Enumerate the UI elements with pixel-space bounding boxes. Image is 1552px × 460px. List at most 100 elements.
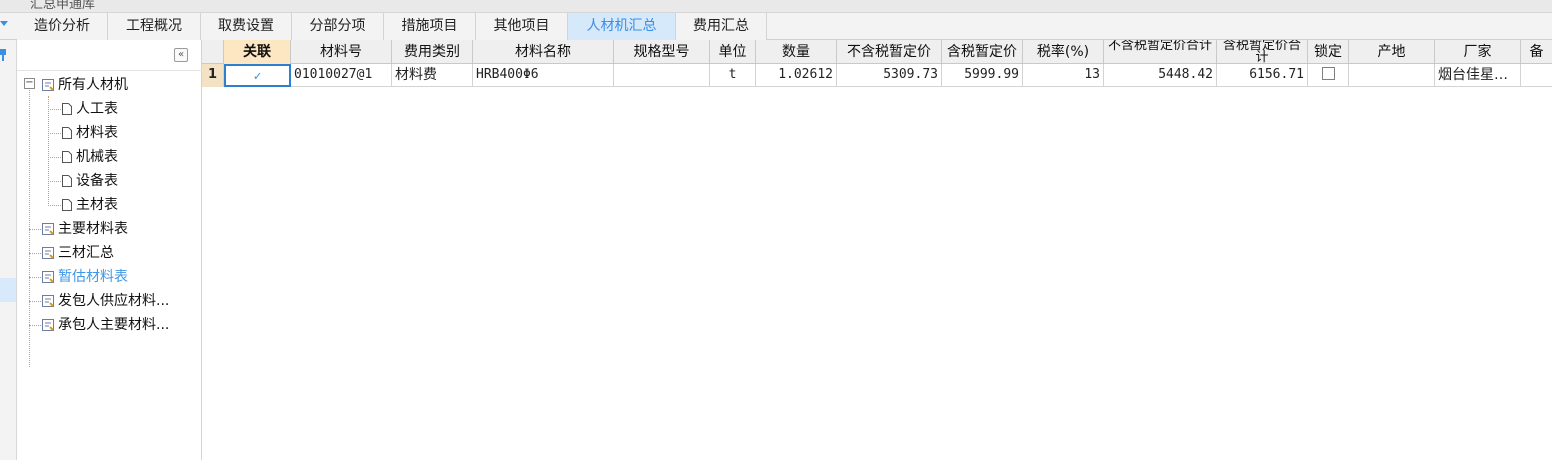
- tree-branch: [48, 109, 61, 110]
- cell-material-name[interactable]: HRB400Φ6: [473, 64, 614, 87]
- col-header-material-code[interactable]: 材料号: [291, 40, 392, 64]
- file-icon: [62, 175, 72, 187]
- tab-other-items[interactable]: 其他项目: [476, 13, 568, 40]
- col-header-origin[interactable]: 产地: [1349, 40, 1435, 64]
- col-header-price-excl-tax[interactable]: 不含税暂定价: [837, 40, 942, 64]
- tree-item-label: 发包人供应材料...: [58, 293, 170, 309]
- col-header-unit[interactable]: 单位: [710, 40, 756, 64]
- tree-item-label: 暂估材料表: [58, 269, 128, 285]
- tab-dropdown-icon[interactable]: [0, 21, 8, 26]
- table-icon: [42, 319, 54, 331]
- col-header-cost-category[interactable]: 费用类别: [392, 40, 473, 64]
- tree-branch: [48, 133, 61, 134]
- tree-branch: [48, 181, 61, 182]
- cell-total-excl-tax[interactable]: 5448.42: [1104, 64, 1217, 87]
- cell-quantity[interactable]: 1.02612: [756, 64, 837, 87]
- main-tab-bar: 造价分析 工程概况 取费设置 分部分项 措施项目 其他项目 人材机汇总 费用汇总: [0, 13, 1552, 40]
- tab-cost-analysis[interactable]: 造价分析: [17, 13, 108, 40]
- cell-price-excl-tax[interactable]: 5309.73: [837, 64, 942, 87]
- strip-selection-indicator: [0, 278, 16, 302]
- tree-branch: [29, 277, 41, 278]
- col-header-linked[interactable]: 关联: [224, 40, 291, 64]
- col-header-total-incl-tax[interactable]: 含税暂定价合计: [1217, 40, 1308, 64]
- file-icon: [62, 127, 72, 139]
- tree-item-three-materials-summary[interactable]: 三材汇总: [41, 242, 114, 264]
- collapse-node-icon[interactable]: −: [24, 78, 35, 89]
- col-header-price-incl-tax[interactable]: 含税暂定价: [942, 40, 1023, 64]
- tree-item-machinery-table[interactable]: 机械表: [61, 146, 118, 168]
- tree-item-equipment-table[interactable]: 设备表: [61, 170, 118, 192]
- tree-branch: [29, 253, 41, 254]
- tree-item-label: 材料表: [76, 125, 118, 141]
- file-icon: [62, 199, 72, 211]
- tree-item-material-table[interactable]: 材料表: [61, 122, 118, 144]
- tree-item-all-materials[interactable]: 所有人材机: [41, 74, 128, 96]
- table-icon: [42, 79, 54, 91]
- col-header-total-excl-tax[interactable]: 不含税暂定价合计: [1104, 40, 1217, 64]
- table-icon: [42, 247, 54, 259]
- tree-item-contractor-main-materials[interactable]: 承包人主要材料...: [41, 314, 169, 336]
- tree-item-main-material-table[interactable]: 主材表: [61, 194, 118, 216]
- col-header-tax-rate[interactable]: 税率(%): [1023, 40, 1104, 64]
- table-row[interactable]: 1 ✓ 01010027@1 材料费 HRB400Φ6 t 1.02612 53…: [202, 64, 1552, 87]
- corner-cell[interactable]: [202, 40, 224, 64]
- table-icon: [42, 295, 54, 307]
- cell-manufacturer[interactable]: 烟台佳星…: [1435, 64, 1521, 87]
- locked-checkbox[interactable]: [1321, 67, 1335, 80]
- cell-origin[interactable]: [1349, 64, 1435, 87]
- col-header-locked[interactable]: 锁定: [1308, 40, 1349, 64]
- col-header-material-name[interactable]: 材料名称: [473, 40, 614, 64]
- file-icon: [62, 103, 72, 115]
- tree-guide-line-child: [48, 96, 49, 206]
- tab-measures[interactable]: 措施项目: [384, 13, 476, 40]
- tree-item-label: 所有人材机: [58, 77, 128, 93]
- tree-item-provisional-materials[interactable]: 暂估材料表: [41, 266, 128, 288]
- tab-sub-items[interactable]: 分部分项: [292, 13, 384, 40]
- col-header-manufacturer[interactable]: 厂家: [1435, 40, 1521, 64]
- cell-spec[interactable]: [614, 64, 710, 87]
- tree-item-label: 人工表: [76, 101, 118, 117]
- cell-material-code[interactable]: 01010027@1: [291, 64, 392, 87]
- cell-tax-rate[interactable]: 13: [1023, 64, 1104, 87]
- col-header-spec[interactable]: 规格型号: [614, 40, 710, 64]
- col-header-quantity[interactable]: 数量: [756, 40, 837, 64]
- pin-icon[interactable]: [0, 48, 8, 62]
- tree-item-label: 三材汇总: [58, 245, 114, 261]
- left-dock-strip: [0, 40, 17, 460]
- cell-locked: [1308, 64, 1349, 87]
- file-icon: [62, 151, 72, 163]
- collapse-panel-button[interactable]: «: [174, 48, 188, 62]
- tree-branch: [48, 205, 61, 206]
- tree-item-employer-supplied-materials[interactable]: 发包人供应材料...: [41, 290, 169, 312]
- grid-header: 关联 材料号 费用类别 材料名称 规格型号 单位 数量 不含税暂定价 含税暂定价…: [202, 40, 1552, 64]
- tree-branch: [48, 157, 61, 158]
- tab-fee-settings[interactable]: 取费设置: [201, 13, 292, 40]
- table-icon: [42, 223, 54, 235]
- cell-linked[interactable]: ✓: [224, 64, 291, 87]
- cell-unit[interactable]: t: [710, 64, 756, 87]
- tree-divider: [17, 70, 202, 71]
- tree-item-key-materials[interactable]: 主要材料表: [41, 218, 128, 240]
- tree-item-label: 主要材料表: [58, 221, 128, 237]
- materials-grid: 关联 材料号 费用类别 材料名称 规格型号 单位 数量 不含税暂定价 含税暂定价…: [202, 40, 1552, 460]
- tab-project-overview[interactable]: 工程概况: [108, 13, 201, 40]
- tree-branch: [29, 229, 41, 230]
- window-title-strip: 汇总申通库: [0, 0, 1552, 13]
- tree-item-label: 机械表: [76, 149, 118, 165]
- table-icon: [42, 271, 54, 283]
- window-title: 汇总申通库: [30, 0, 96, 12]
- cell-cost-category[interactable]: 材料费: [392, 64, 473, 87]
- tree-item-label: 主材表: [76, 197, 118, 213]
- cell-price-incl-tax[interactable]: 5999.99: [942, 64, 1023, 87]
- tab-labor-material-machine-summary[interactable]: 人材机汇总: [568, 13, 676, 40]
- tree-item-labor-table[interactable]: 人工表: [61, 98, 118, 120]
- category-tree-panel: « − 所有人材机 人工表 材料表 机械表 设备表 主材表 主要材料表 三材汇总…: [17, 40, 202, 460]
- cell-remarks[interactable]: [1521, 64, 1552, 87]
- tree-branch: [29, 301, 41, 302]
- tab-fee-summary[interactable]: 费用汇总: [676, 13, 767, 40]
- cell-total-incl-tax[interactable]: 6156.71: [1217, 64, 1308, 87]
- col-header-remarks[interactable]: 备: [1521, 40, 1552, 64]
- tree-branch: [29, 325, 41, 326]
- tree-item-label: 承包人主要材料...: [58, 317, 170, 333]
- row-index[interactable]: 1: [202, 64, 224, 87]
